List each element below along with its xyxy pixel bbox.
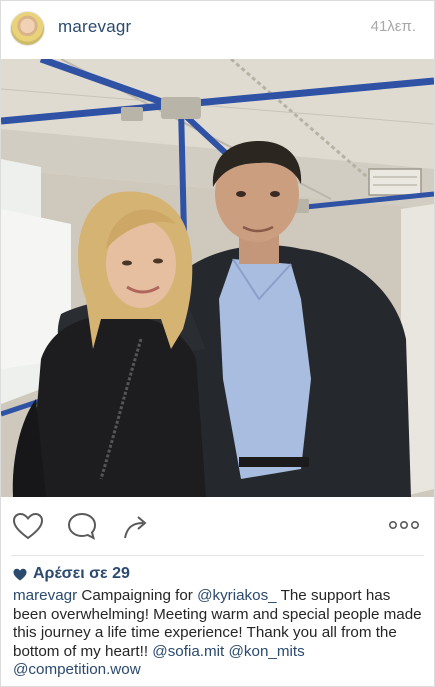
- mention-competition[interactable]: @competition.wow: [13, 661, 141, 678]
- instagram-post: marevagr 41λεπ. Αρέσει σε 29 marevagr Ca…: [0, 0, 435, 687]
- heart-outline-icon[interactable]: [12, 511, 44, 541]
- likes-text: Αρέσει σε 29: [33, 565, 130, 582]
- action-bar: [1, 501, 434, 551]
- divider: [11, 555, 424, 556]
- post-header: marevagr 41λεπ.: [1, 1, 434, 57]
- caption-text-1: Campaigning for: [81, 587, 198, 604]
- mention-kon[interactable]: @kon_mits: [228, 643, 304, 660]
- post-timestamp: 41λεπ.: [370, 18, 416, 35]
- post-username[interactable]: marevagr: [58, 17, 131, 37]
- profile-avatar[interactable]: [10, 11, 45, 46]
- mention-sofia[interactable]: @sofia.mit: [152, 643, 224, 660]
- ellipsis-icon[interactable]: [386, 514, 422, 536]
- photo-illustration: [1, 59, 434, 497]
- caption-username[interactable]: marevagr: [13, 587, 77, 604]
- share-arrow-icon[interactable]: [121, 511, 153, 541]
- speech-bubble-icon[interactable]: [66, 511, 98, 541]
- post-photo[interactable]: [1, 59, 434, 497]
- mention-kyriakos[interactable]: @kyriakos_: [197, 587, 277, 604]
- likes-count[interactable]: Αρέσει σε 29: [13, 563, 130, 585]
- heart-filled-icon: [13, 568, 27, 580]
- post-caption: marevagr Campaigning for @kyriakos_ The …: [13, 587, 427, 680]
